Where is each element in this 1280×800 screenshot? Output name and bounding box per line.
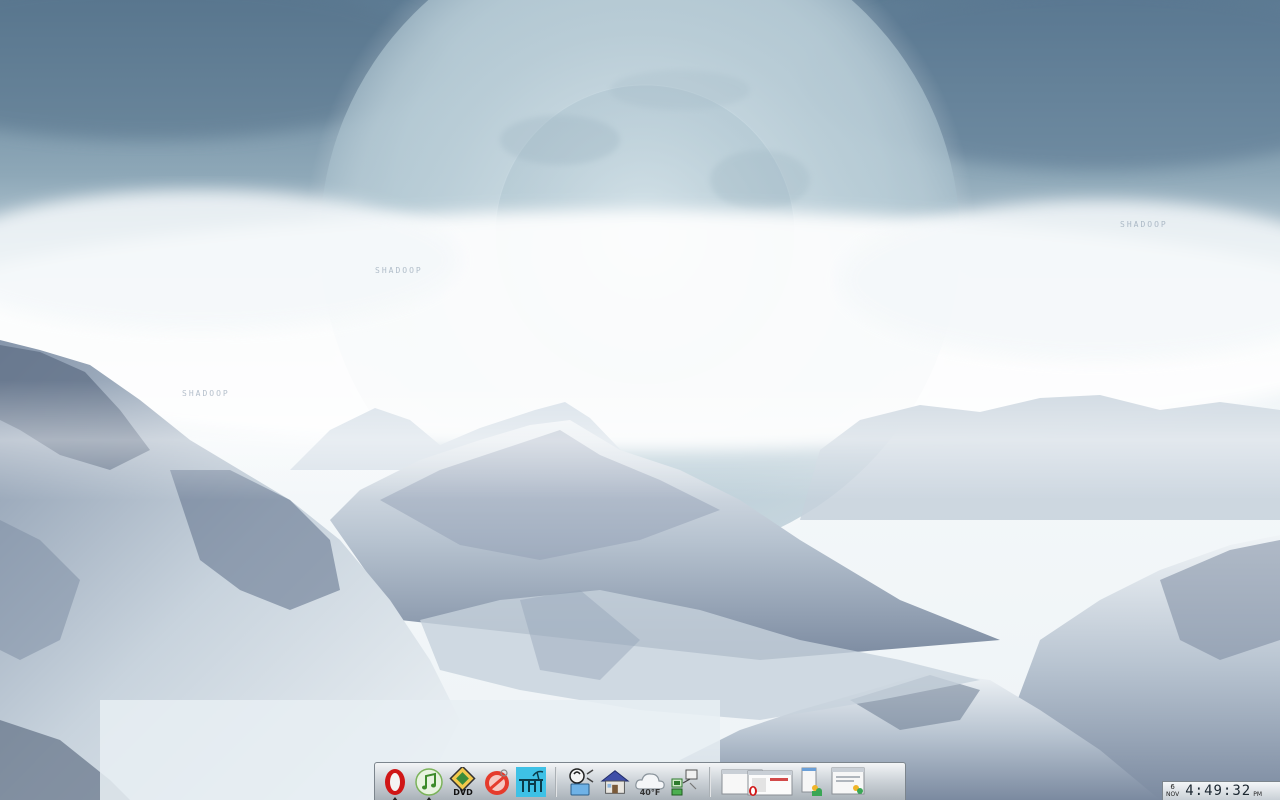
dock-item-prohibited[interactable] — [481, 766, 513, 798]
system-clock[interactable]: 6 NOV 4:49:32 PM — [1162, 781, 1280, 800]
desktop-wallpaper: SHADOOP SHADOOP SHADOOP — [0, 0, 1280, 800]
svg-text:DVD: DVD — [453, 788, 473, 797]
opera-icon — [385, 768, 405, 795]
dock-window-messenger[interactable] — [829, 766, 867, 798]
watermark-text: SHADOOP — [182, 389, 230, 398]
tm-beach-icon — [516, 766, 546, 797]
dock-item-weather[interactable]: 40°F — [633, 766, 667, 798]
dock-item-itunes[interactable] — [413, 766, 445, 800]
prohibited-icon — [485, 768, 509, 795]
clock-day: 6 — [1170, 783, 1175, 791]
clock-month: NOV — [1166, 791, 1180, 798]
paint-tool-icon — [569, 767, 594, 795]
opera-window-thumb-icon — [721, 769, 793, 796]
clock-date: 6 NOV — [1166, 783, 1180, 799]
dock-separator — [709, 766, 711, 797]
dock-separator — [555, 766, 557, 797]
dock-utilities: 40°F — [565, 763, 701, 800]
dock-window-opera[interactable] — [719, 766, 795, 798]
dock-window-chat[interactable] — [799, 766, 825, 798]
watermark-text: SHADOOP — [375, 266, 423, 275]
dock: DVD 40°F — [374, 762, 906, 800]
clock-ampm: PM — [1253, 790, 1263, 798]
running-indicator — [392, 796, 398, 800]
dvd-icon: DVD — [449, 766, 476, 797]
music-note-icon — [415, 767, 443, 796]
running-indicator — [426, 796, 432, 800]
dock-item-paint-tool[interactable] — [565, 766, 597, 798]
watermark-text: SHADOOP — [1120, 220, 1168, 229]
wallpaper-scene — [0, 0, 1280, 800]
messenger-window-thumb-icon — [831, 767, 865, 794]
dock-launchers: DVD — [379, 763, 547, 800]
dock-item-network[interactable] — [669, 766, 701, 798]
network-icon — [671, 769, 698, 795]
dock-item-tm[interactable] — [515, 766, 547, 798]
dock-item-opera[interactable] — [379, 766, 411, 800]
dock-item-dvd[interactable]: DVD — [447, 766, 479, 798]
weather-temperature: 40°F — [639, 787, 661, 797]
messenger-window-thumb-icon — [801, 767, 822, 796]
dock-windows — [719, 763, 867, 800]
clock-time: 4:49:32 — [1185, 783, 1252, 799]
dock-item-home[interactable] — [599, 766, 631, 798]
house-icon — [600, 769, 630, 794]
